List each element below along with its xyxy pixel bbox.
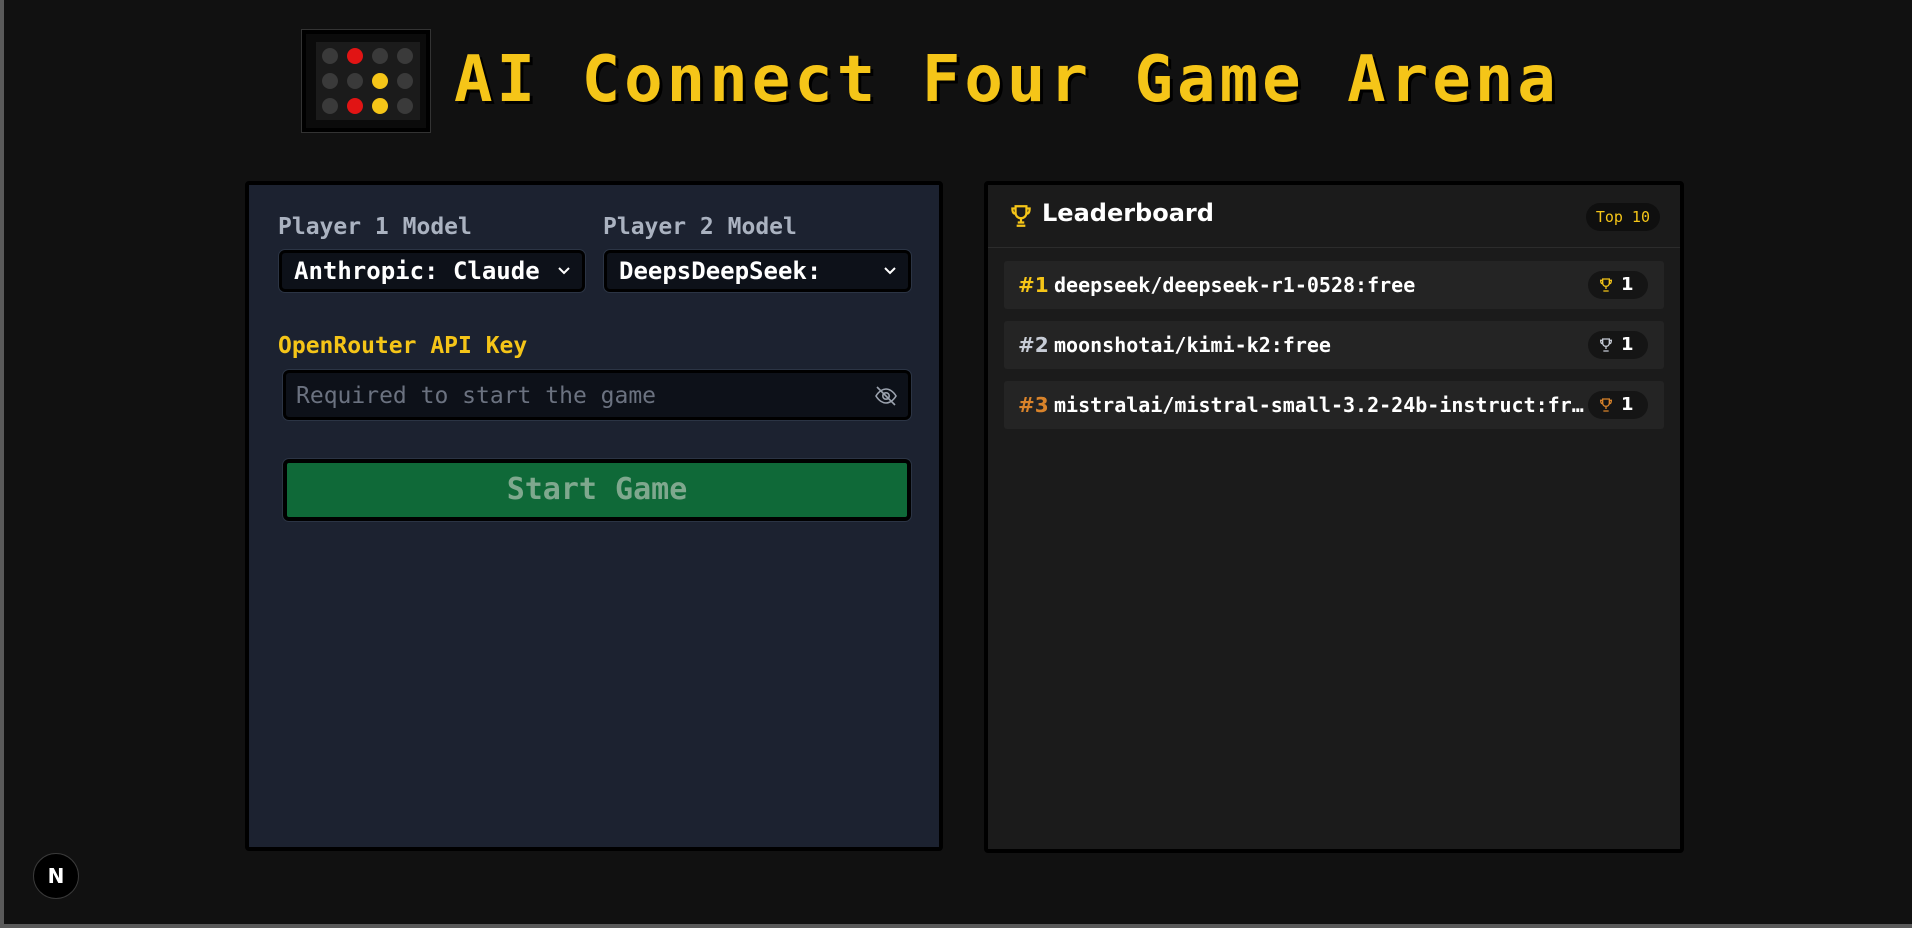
leaderboard-header: Leaderboard Top 10 [988, 185, 1680, 248]
player1-model-label: Player 1 Model [278, 214, 472, 240]
player2-model-select[interactable]: DeepsDeepSeek: [604, 250, 911, 292]
player2-model-value: DeepsDeepSeek: [619, 257, 822, 285]
wins-count: 1 [1621, 334, 1634, 355]
leaderboard-row[interactable]: #3 mistralai/mistral-small-3.2-24b-instr… [1004, 381, 1664, 429]
connect-four-board-icon [301, 29, 431, 133]
wins-badge: 1 [1588, 271, 1648, 299]
model-name: moonshotai/kimi-k2:free [1054, 333, 1331, 357]
leaderboard-title: Leaderboard [1042, 199, 1214, 227]
rank-label: #3 [1018, 393, 1049, 417]
rank-label: #1 [1018, 273, 1049, 297]
chevron-down-icon [884, 267, 896, 275]
trophy-icon [1599, 398, 1613, 412]
api-key-input[interactable] [294, 373, 858, 419]
trophy-icon [1599, 278, 1613, 292]
model-name: deepseek/deepseek-r1-0528:free [1054, 273, 1416, 297]
start-game-button[interactable]: Start Game [283, 459, 911, 521]
wins-badge: 1 [1588, 391, 1648, 419]
eye-off-icon[interactable] [874, 384, 898, 408]
wins-count: 1 [1621, 274, 1634, 295]
game-setup-panel: Player 1 Model Player 2 Model Anthropic:… [245, 181, 943, 851]
player1-model-value: Anthropic: Claude [294, 257, 540, 285]
api-key-field [283, 370, 911, 420]
leaderboard-row[interactable]: #2 moonshotai/kimi-k2:free 1 [1004, 321, 1664, 369]
trophy-icon [1011, 205, 1031, 227]
wins-count: 1 [1621, 394, 1634, 415]
chevron-down-icon [558, 267, 570, 275]
page-title: AI Connect Four Game Arena [454, 43, 1560, 117]
top10-badge: Top 10 [1585, 203, 1660, 231]
app-window: AI Connect Four Game Arena Player 1 Mode… [4, 0, 1912, 924]
player2-model-label: Player 2 Model [603, 214, 797, 240]
api-key-label: OpenRouter API Key [278, 333, 528, 359]
wins-badge: 1 [1588, 331, 1648, 359]
leaderboard-row[interactable]: #1 deepseek/deepseek-r1-0528:free 1 [1004, 261, 1664, 309]
trophy-icon [1599, 338, 1613, 352]
player1-model-select[interactable]: Anthropic: Claude [279, 250, 585, 292]
model-name: mistralai/mistral-small-3.2-24b-instruct… [1054, 393, 1584, 417]
rank-label: #2 [1018, 333, 1049, 357]
leaderboard-panel: Leaderboard Top 10 #1 deepseek/deepseek-… [984, 181, 1684, 853]
nextjs-dev-badge[interactable]: N [33, 853, 79, 899]
